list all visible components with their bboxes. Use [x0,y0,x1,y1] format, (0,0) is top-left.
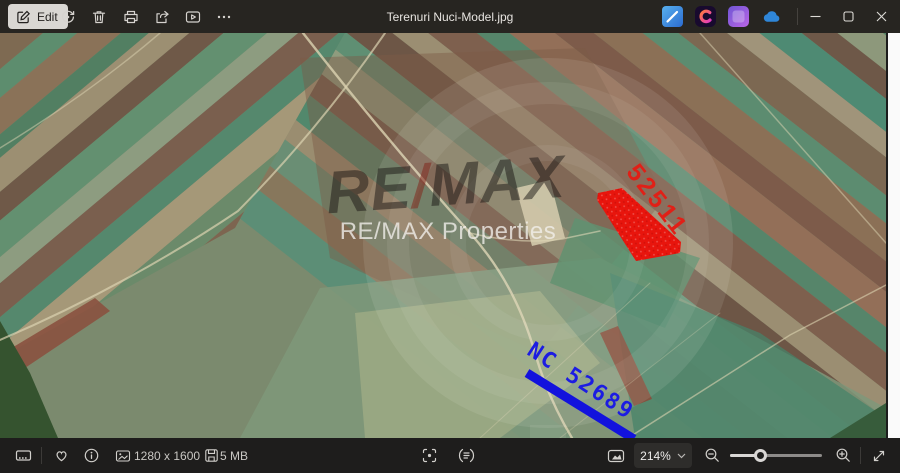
zoom-slider-handle[interactable] [754,449,767,462]
file-size: 5 MB [220,438,248,473]
fit-to-window-icon [607,448,625,464]
clipchamp-icon [695,6,716,27]
zoom-out-button[interactable] [697,438,727,473]
favorite-button[interactable] [46,438,76,473]
share-button[interactable] [148,0,176,33]
zoom-slider[interactable] [730,454,822,457]
filmstrip-toggle-button[interactable] [8,438,38,473]
zoom-in-button[interactable] [828,438,858,473]
slideshow-button[interactable] [179,0,207,33]
printer-icon [123,9,139,25]
ellipsis-icon [216,9,232,25]
close-icon [876,11,887,22]
zoom-in-icon [835,447,852,464]
visual-search-icon [421,447,438,464]
image-margin [886,33,900,438]
rotate-icon [60,9,76,25]
watermark-re: RE [324,153,415,226]
photo-canvas[interactable]: RE/MAX RE/MAX Properties 52511 NC 52689 [0,33,900,438]
info-icon [83,447,100,464]
trash-icon [91,9,107,25]
maximize-icon [843,11,854,22]
more-options-button[interactable] [210,0,238,33]
onedrive-button[interactable] [761,6,782,27]
minimize-button[interactable] [799,0,831,33]
zoom-out-icon [704,447,721,464]
rotate-button[interactable] [54,0,82,33]
maximize-button[interactable] [832,0,864,33]
watermark-max: MAX [427,143,571,220]
designer-pencil-icon [662,6,683,27]
minimize-icon [810,11,821,22]
edit-pencil-icon [16,9,31,24]
heart-icon [53,447,70,464]
photos-app-window: Edit Terenuri Nuci-Model.jpg [0,0,900,473]
fullscreen-expand-icon [871,448,887,464]
statusbar-divider-2 [860,447,861,464]
delete-button[interactable] [85,0,113,33]
share-icon [154,9,170,25]
onedrive-cloud-icon [761,6,782,28]
zoom-level-dropdown[interactable]: 214% [634,443,692,468]
text-actions-button[interactable] [451,438,481,473]
gallery-icon [728,6,749,27]
slideshow-icon [185,9,201,25]
image-dimensions: 1280 x 1600 [134,438,200,473]
fullscreen-button[interactable] [864,438,894,473]
open-gallery-button[interactable] [728,6,749,27]
titlebar: Edit Terenuri Nuci-Model.jpg [0,0,900,33]
aerial-photo: RE/MAX RE/MAX Properties 52511 NC 52689 [0,33,886,438]
watermark-subtitle: RE/MAX Properties [340,218,557,245]
open-in-clipchamp-button[interactable] [695,6,716,27]
edit-in-designer-button[interactable] [662,6,683,27]
print-button[interactable] [117,0,145,33]
chevron-down-icon [677,453,686,459]
file-info-button[interactable] [76,438,106,473]
statusbar: 1280 x 1600 5 MB 214% [0,438,900,473]
close-button[interactable] [865,0,897,33]
visual-search-button[interactable] [414,438,444,473]
statusbar-divider-1 [41,447,42,464]
zoom-level-value: 214% [640,449,671,463]
fit-to-window-button[interactable] [601,438,631,473]
filmstrip-icon [15,447,32,464]
text-actions-icon [458,447,475,464]
titlebar-divider [797,8,798,25]
